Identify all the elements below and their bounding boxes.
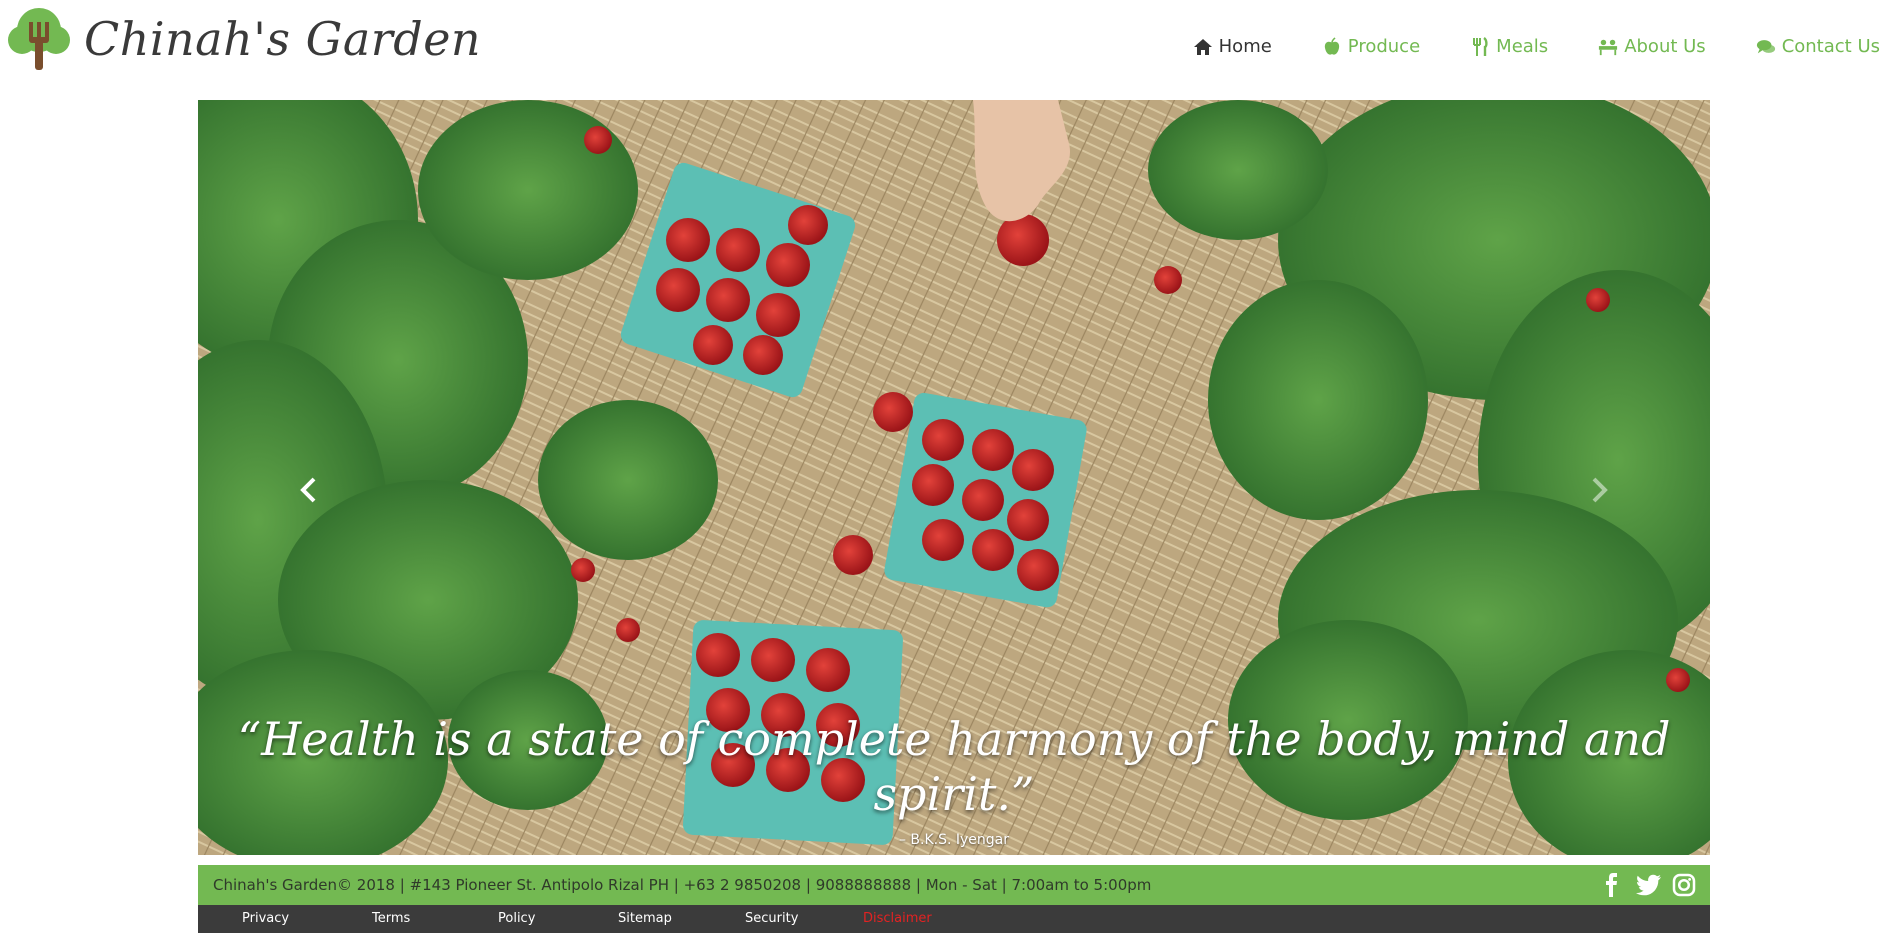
- social-links: [1600, 873, 1696, 897]
- instagram-icon[interactable]: [1672, 873, 1696, 897]
- nav-produce[interactable]: Produce: [1322, 36, 1420, 57]
- carousel-prev-button[interactable]: [288, 460, 328, 520]
- site-header: Chinah's Garden Home Produce Meals About…: [0, 0, 1904, 100]
- nav-label: Home: [1218, 36, 1272, 57]
- footer-link-privacy[interactable]: Privacy: [242, 911, 289, 926]
- twitter-icon[interactable]: [1636, 873, 1661, 897]
- footer-links-bar: Privacy Terms Policy Sitemap Security Di…: [198, 905, 1710, 933]
- cutlery-icon: [1473, 36, 1488, 56]
- apple-icon: [1324, 36, 1339, 55]
- chevron-right-icon: [1592, 477, 1608, 503]
- footer-link-disclaimer[interactable]: Disclaimer: [863, 911, 932, 926]
- carousel-next-button[interactable]: [1580, 460, 1620, 520]
- nav-label: Produce: [1347, 36, 1421, 57]
- comments-icon: [1756, 39, 1775, 53]
- nav-contact-us[interactable]: Contact Us: [1756, 36, 1880, 57]
- quote-text: “Health is a state of complete harmony o…: [237, 712, 1671, 822]
- nav-label: Meals: [1496, 36, 1549, 57]
- quote-author: – B.K.S. Iyengar: [898, 832, 1010, 849]
- nav-about-us[interactable]: About Us: [1598, 36, 1706, 57]
- nav-home[interactable]: Home: [1193, 36, 1272, 57]
- nav-label: Contact Us: [1781, 36, 1880, 57]
- logo[interactable]: Chinah's Garden: [6, 6, 481, 72]
- footer-link-policy[interactable]: Policy: [498, 911, 535, 926]
- tree-fork-logo-icon: [8, 8, 70, 70]
- brand-name: Chinah's Garden: [84, 12, 482, 66]
- carousel-caption: “Health is a state of complete harmony o…: [198, 712, 1710, 848]
- nav-label: About Us: [1624, 36, 1706, 57]
- chevron-left-icon: [300, 477, 316, 503]
- main-nav: Home Produce Meals About Us Contact Us: [1193, 36, 1880, 57]
- hero-carousel: “Health is a state of complete harmony o…: [198, 100, 1710, 855]
- group-icon: [1599, 39, 1618, 55]
- facebook-icon[interactable]: [1600, 873, 1624, 897]
- footer-link-security[interactable]: Security: [745, 911, 798, 926]
- nav-meals[interactable]: Meals: [1470, 36, 1548, 57]
- footer-link-terms[interactable]: Terms: [372, 911, 410, 926]
- footer-contact-info: Chinah's Garden© 2018 | #143 Pioneer St.…: [213, 876, 1152, 894]
- footer-info-bar: Chinah's Garden© 2018 | #143 Pioneer St.…: [198, 865, 1710, 905]
- footer-link-sitemap[interactable]: Sitemap: [618, 911, 672, 926]
- home-icon: [1193, 38, 1212, 55]
